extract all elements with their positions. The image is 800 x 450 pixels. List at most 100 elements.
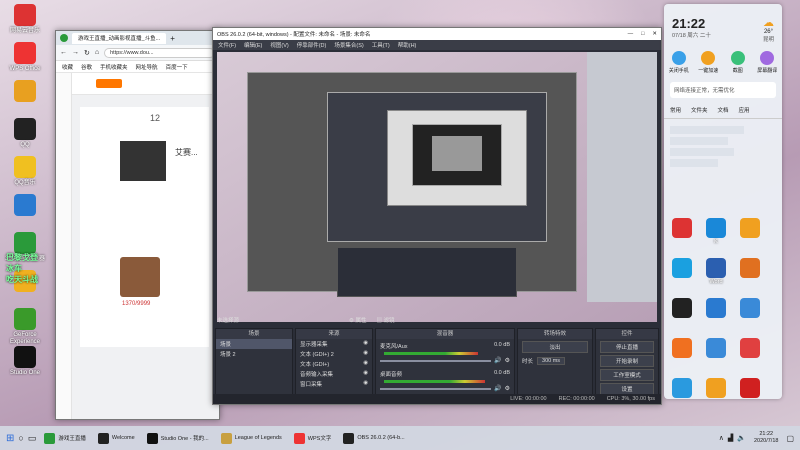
desktop-icon[interactable] [2, 80, 48, 104]
close-icon[interactable]: ✕ [652, 31, 657, 37]
forward-icon[interactable]: → [72, 49, 79, 56]
panel-quick-button[interactable]: 一键加速 [695, 51, 721, 74]
desktop-icon[interactable]: GeForce Experience [2, 308, 48, 346]
address-field[interactable]: https://www.dou... [104, 47, 215, 58]
panel-tab[interactable]: 文档 [718, 106, 729, 114]
notification-icon[interactable]: ▢ [786, 434, 794, 443]
speaker-icon[interactable]: 🔊 [494, 357, 501, 364]
menu-item[interactable]: 视图(V) [270, 41, 288, 49]
desktop-icon[interactable]: QQ [2, 118, 48, 149]
source-item[interactable]: 显示器采集 ◉ [296, 339, 372, 349]
menu-item[interactable]: 停靠部件(D) [297, 41, 327, 49]
maximize-icon[interactable]: □ [641, 31, 644, 37]
volume-slider[interactable]: 🔊 ⚙ [380, 357, 510, 364]
tray-arrow-icon[interactable]: ∧ [719, 434, 724, 442]
panel-tab[interactable]: 文件夹 [691, 106, 708, 114]
home-icon[interactable]: ⌂ [95, 49, 99, 56]
volume-slider[interactable]: 🔊 ⚙ [380, 385, 510, 392]
gear-icon[interactable]: ⚙ [505, 357, 510, 364]
browser-window[interactable]: 游戏王直播_动画影视直播_斗鱼... + ← → ↻ ⌂ https://www… [55, 30, 220, 420]
menu-item[interactable]: 编辑(E) [244, 41, 262, 49]
desktop-icon[interactable]: WPS Office [2, 42, 48, 73]
transition-select[interactable]: 淡出 [522, 341, 588, 353]
source-item[interactable]: 文本 (GDI+) 2 ◉ [296, 349, 372, 359]
speaker-icon[interactable]: 🔊 [494, 385, 501, 392]
scene-item[interactable]: 场景 [216, 339, 292, 349]
source-item[interactable]: 音频输入采集 ◉ [296, 369, 372, 379]
file-row[interactable] [670, 137, 729, 145]
taskbar-clock[interactable]: 21:22 2020/7/18 [750, 431, 782, 445]
minimize-icon[interactable]: — [628, 31, 634, 37]
network-icon[interactable]: ▟ [728, 434, 733, 442]
control-button[interactable]: 停止直播 [600, 341, 654, 353]
taskbar-app-label: League of Legends [234, 435, 282, 441]
desktop-icon[interactable]: QQ音乐 [2, 156, 48, 187]
task-view-icon[interactable]: ▭ [28, 433, 37, 444]
browser-tab[interactable]: 游戏王直播_动画影视直播_斗鱼... [72, 32, 167, 44]
new-tab-icon[interactable]: + [170, 34, 175, 43]
eye-icon[interactable]: ◉ [363, 380, 368, 388]
file-row[interactable] [670, 159, 718, 167]
panel-tab[interactable]: 常用 [670, 106, 681, 114]
app-icon [706, 218, 726, 238]
eye-icon[interactable]: ◉ [363, 340, 368, 348]
desktop-icon[interactable] [730, 298, 770, 319]
properties-label: 属性 [355, 318, 367, 324]
panel-quick-button[interactable]: 屏幕翻译 [754, 51, 780, 74]
back-icon[interactable]: ← [60, 49, 67, 56]
eye-icon[interactable]: ◉ [363, 360, 368, 368]
slider-track[interactable] [380, 387, 492, 390]
taskbar-app[interactable]: Welcome [94, 429, 139, 447]
desktop-icon[interactable] [730, 218, 770, 239]
desktop-icon[interactable] [730, 258, 770, 279]
taskbar-app-icon [343, 432, 355, 444]
desktop-icon[interactable] [730, 338, 770, 359]
scene-item[interactable]: 场景 2 [216, 349, 292, 359]
bookmark-item[interactable]: 百度一下 [166, 63, 188, 71]
obs-preview[interactable] [217, 52, 657, 322]
search-icon[interactable]: ○ [18, 433, 23, 443]
rec-status: REC: 00:00:00 [558, 396, 595, 402]
bookmark-item[interactable]: 收藏 [62, 63, 73, 71]
bookmark-item[interactable]: 谷歌 [81, 63, 92, 71]
bookmark-item[interactable]: 网址导航 [136, 63, 158, 71]
taskbar-app[interactable]: WPS文字 [290, 429, 336, 447]
desktop-icon-label: K [714, 239, 718, 245]
menu-item[interactable]: 文件(F) [218, 41, 236, 49]
control-button[interactable]: 工作室模式 [600, 369, 654, 381]
eye-icon[interactable]: ◉ [363, 370, 368, 378]
desktop-icon[interactable]: 网易云音乐 [2, 4, 48, 35]
quick-button-label: 截图 [732, 68, 743, 74]
menu-item[interactable]: 场景集合(S) [334, 41, 363, 49]
taskbar-app[interactable]: 游戏王直播 [40, 429, 90, 447]
menu-item[interactable]: 工具(T) [372, 41, 390, 49]
panel-tab[interactable]: 应用 [739, 106, 750, 114]
control-button[interactable]: 开始录制 [600, 355, 654, 367]
taskbar-app[interactable]: OBS 26.0.2 (64-b... [339, 429, 408, 447]
source-item[interactable]: 窗口采集 ◉ [296, 379, 372, 389]
slider-track[interactable] [380, 359, 492, 362]
panel-quick-buttons: 关闭手机 一键加速 截图 屏幕翻译 [664, 51, 782, 74]
eye-icon[interactable]: ◉ [363, 350, 368, 358]
file-row[interactable] [670, 126, 745, 134]
source-item[interactable]: 文本 (GDI+) ◉ [296, 359, 372, 369]
properties-button[interactable]: ⚙ 属性 [349, 316, 366, 324]
start-icon[interactable]: ⊞ [6, 433, 14, 444]
panel-quick-button[interactable]: 关闭手机 [666, 51, 692, 74]
taskbar-app[interactable]: League of Legends [217, 429, 286, 447]
desktop-icon[interactable] [730, 378, 770, 399]
bookmark-item[interactable]: 手机收藏夹 [100, 63, 128, 71]
taskbar-app[interactable]: Studio One - 我的... [143, 429, 213, 447]
filters-button[interactable]: ▤ 滤镜 [377, 316, 395, 324]
obs-window[interactable]: OBS 26.0.2 (64-bit, windows) - 配置文件: 未命名… [212, 27, 662, 405]
panel-quick-button[interactable]: 截图 [725, 51, 751, 74]
volume-icon[interactable]: 🔈 [737, 434, 746, 442]
desktop-icon[interactable] [2, 194, 48, 218]
desktop-icon[interactable]: Studio One [2, 346, 48, 377]
gear-icon[interactable]: ⚙ [505, 385, 510, 392]
menu-item[interactable]: 帮助(H) [398, 41, 417, 49]
refresh-icon[interactable]: ↻ [84, 49, 90, 57]
app-icon [14, 80, 36, 102]
file-row[interactable] [670, 148, 734, 156]
duration-input[interactable]: 300 ms [537, 357, 566, 365]
